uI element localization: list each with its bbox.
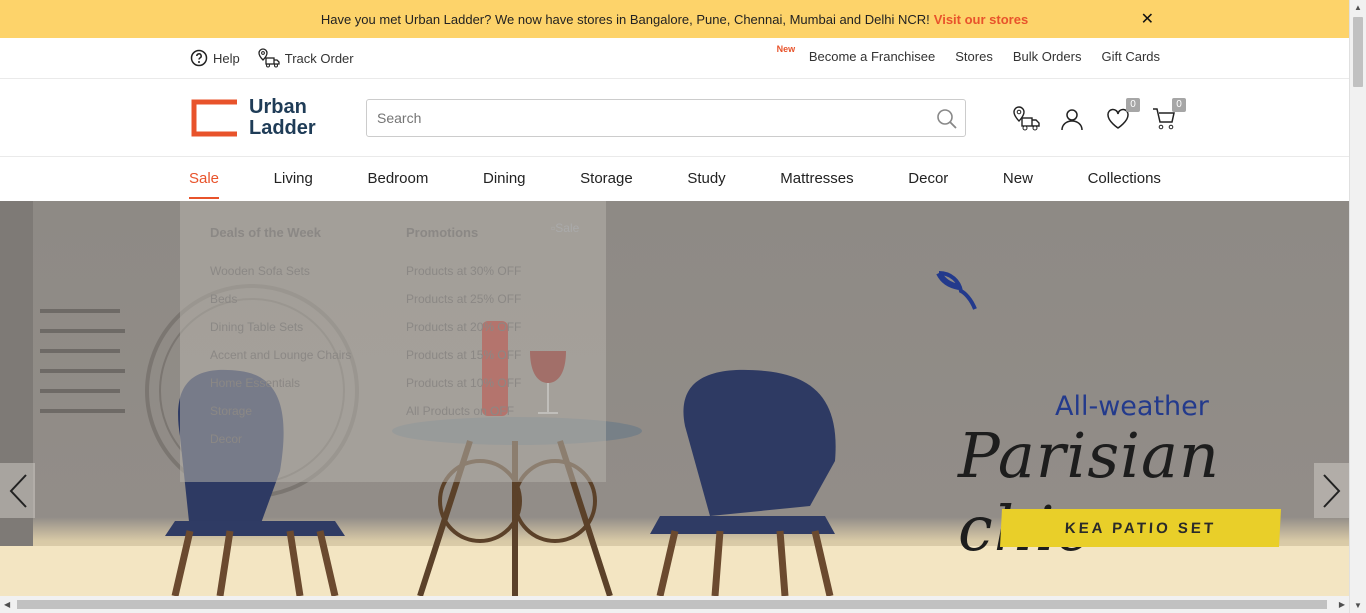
carousel-next-button[interactable] [1314,463,1349,518]
sale-image-alt: Sale [555,221,580,235]
nav-item-storage[interactable]: Storage [580,170,633,187]
chevron-left-icon [9,473,27,508]
deals-link[interactable]: Storage [210,404,351,418]
chevron-right-icon [1322,473,1340,508]
new-tag: New [776,44,796,54]
announcement-bar: Have you met Urban Ladder? We now have s… [0,0,1349,38]
search-input[interactable] [367,100,927,136]
carousel-prev-button[interactable] [0,463,35,518]
main-header: Urban Ladder 0 0 [0,79,1349,157]
deals-column: Deals of the Week Wooden Sofa Sets Beds … [210,225,351,460]
franchise-label: Become a Franchisee [808,49,936,64]
promotion-link[interactable]: Products at 20% OFF [406,320,521,334]
delivery-truck-icon [1013,106,1040,131]
promotion-link[interactable]: Products at 10% OFF [406,376,521,390]
deals-link[interactable]: Dining Table Sets [210,320,351,334]
promotion-link[interactable]: Products at 25% OFF [406,292,521,306]
nav-item-dining[interactable]: Dining [483,170,526,187]
track-order-icon [258,48,280,68]
logo[interactable]: Urban Ladder [191,97,316,139]
help-icon [190,49,208,67]
deals-link[interactable]: Wooden Sofa Sets [210,264,351,278]
sale-mega-menu: Deals of the Week Wooden Sofa Sets Beds … [180,201,606,482]
cart-count-badge: 0 [1172,98,1186,112]
help-link[interactable]: Help [190,48,240,68]
promotion-link[interactable]: Products at 15% OFF [406,348,521,362]
track-order-label: Track Order [284,50,354,66]
nav-item-decor[interactable]: Decor [908,170,948,187]
horizontal-scroll-thumb[interactable] [17,600,1327,609]
promotions-heading: Promotions [406,225,479,240]
account-button[interactable] [1058,106,1086,132]
gift-cards-link[interactable]: Gift Cards [1101,49,1160,64]
search-icon[interactable] [935,107,959,131]
promotions-column: Promotions Products at 30% OFF Products … [406,225,521,432]
nav-item-new[interactable]: New [1003,170,1033,187]
nav-item-mattresses[interactable]: Mattresses [780,170,853,187]
nav-item-living[interactable]: Living [274,170,313,187]
nav-item-study[interactable]: Study [687,170,725,187]
visit-stores-link[interactable]: Visit our stores [934,12,1028,27]
hero-subtitle: All-weather [1055,391,1209,422]
promotion-link[interactable]: Products at 30% OFF [406,264,521,278]
sale-promo-image[interactable]: ▫Sale [551,221,579,235]
hero-cta-button[interactable]: KEA PATIO SET [1000,509,1281,547]
scroll-down-icon[interactable]: ▼ [1354,601,1362,610]
vertical-scrollbar[interactable]: ▲ ▼ [1349,0,1366,613]
search-box [366,99,966,137]
deals-link[interactable]: Beds [210,292,351,306]
nav-item-sale[interactable]: Sale [189,170,220,199]
delivery-button[interactable] [1012,106,1040,132]
help-label: Help [213,50,240,66]
stores-link[interactable]: Stores [955,49,993,64]
logo-mark-icon [191,99,237,137]
horizontal-scrollbar[interactable]: ◀ ▶ [0,596,1349,613]
nav-item-bedroom[interactable]: Bedroom [367,170,428,187]
utility-bar: Help Track Order New Become a Franchisee… [0,38,1349,79]
franchise-link[interactable]: New Become a Franchisee [777,44,936,64]
deals-heading: Deals of the Week [210,225,322,240]
cart-button[interactable]: 0 [1150,98,1186,132]
promotion-link[interactable]: All Products on OFF [406,404,521,418]
close-icon[interactable]: ✕ [1141,9,1154,29]
logo-line-2: Ladder [249,117,316,139]
scroll-left-icon[interactable]: ◀ [4,600,10,609]
wishlist-button[interactable]: 0 [1104,98,1140,132]
scroll-right-icon[interactable]: ▶ [1339,600,1345,609]
deals-link[interactable]: Accent and Lounge Chairs [210,348,351,362]
bulk-orders-link[interactable]: Bulk Orders [1013,49,1082,64]
wishlist-count-badge: 0 [1126,98,1140,112]
leaf-icon [936,271,977,310]
nav-item-collections[interactable]: Collections [1088,170,1161,187]
logo-line-1: Urban [249,96,307,118]
deals-link[interactable]: Home Essentials [210,376,351,390]
user-icon [1061,109,1083,131]
announcement-text: Have you met Urban Ladder? We now have s… [320,11,930,27]
deals-link[interactable]: Decor [210,432,351,446]
track-order-link[interactable]: Track Order [258,48,354,68]
scroll-up-icon[interactable]: ▲ [1354,3,1362,12]
category-nav: Sale Living Bedroom Dining Storage Study… [0,157,1349,201]
vertical-scroll-thumb[interactable] [1353,17,1363,87]
